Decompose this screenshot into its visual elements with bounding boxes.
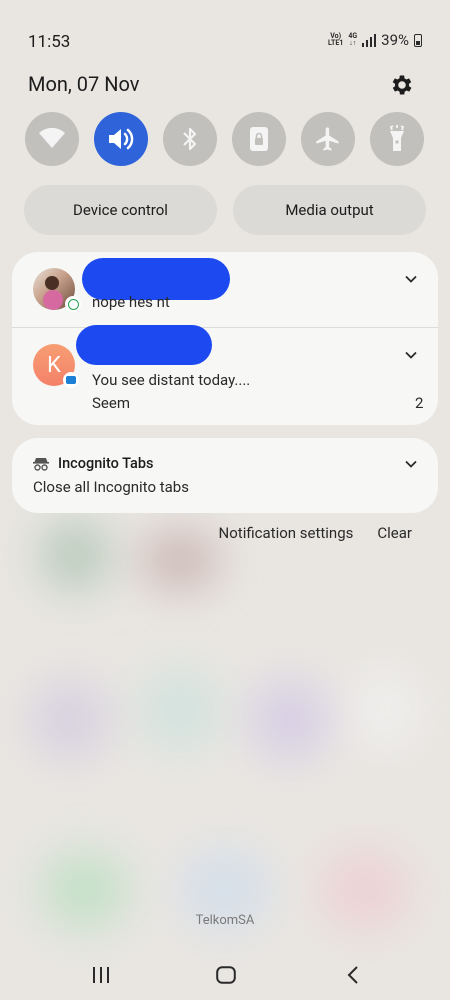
recents-button[interactable]	[86, 960, 116, 990]
incognito-notification-card[interactable]: Incognito Tabs Close all Incognito tabs	[12, 438, 438, 513]
status-bar: 11:53 Vo) LTE1 4G ↓↑ 39%	[0, 0, 450, 80]
recents-icon	[93, 967, 109, 983]
notification-app-title: Incognito Tabs	[58, 455, 154, 472]
back-icon	[347, 966, 358, 984]
bluetooth-toggle[interactable]	[163, 112, 217, 166]
notification-settings-button[interactable]: Notification settings	[219, 524, 354, 542]
flashlight-icon	[389, 125, 405, 151]
notification-message: nope hes nt	[92, 293, 170, 311]
home-button[interactable]	[211, 960, 241, 990]
network-type-indicator: 4G ↓↑	[348, 32, 358, 47]
quick-settings-row	[25, 112, 425, 168]
back-button[interactable]	[338, 960, 368, 990]
volte-indicator: Vo) LTE1	[328, 32, 344, 47]
messages-notification[interactable]: K You see distant today.... Seem 2	[12, 325, 438, 425]
whatsapp-badge-icon	[65, 296, 81, 312]
messages-badge-icon	[63, 372, 79, 388]
home-icon	[216, 966, 236, 984]
airplane-mode-toggle[interactable]	[301, 112, 355, 166]
device-control-button[interactable]: Device control	[24, 185, 217, 235]
expand-chevron-icon[interactable]	[404, 457, 418, 471]
sound-icon	[109, 128, 134, 150]
flashlight-toggle[interactable]	[370, 112, 424, 166]
message-preview: You see distant today....	[92, 371, 251, 389]
media-output-button[interactable]: Media output	[233, 185, 426, 235]
incognito-icon	[33, 458, 49, 471]
expand-chevron-icon[interactable]	[404, 348, 418, 362]
portrait-lock-toggle[interactable]	[232, 112, 286, 166]
carrier-label: TelkomSA	[195, 913, 255, 928]
sound-toggle[interactable]	[94, 112, 148, 166]
expand-chevron-icon[interactable]	[404, 272, 418, 286]
clock: 11:53	[28, 32, 71, 52]
navigation-bar	[0, 950, 450, 1000]
settings-gear-icon[interactable]	[389, 72, 415, 98]
message-count-badge: 2	[415, 394, 424, 412]
status-icons: Vo) LTE1 4G ↓↑ 39%	[328, 31, 422, 49]
battery-icon	[414, 33, 422, 47]
signal-icon	[362, 33, 377, 47]
notification-body: Close all Incognito tabs	[33, 478, 189, 496]
message-preview-2: Seem	[92, 394, 130, 412]
airplane-icon	[316, 127, 339, 151]
chat-notifications-card: nope hes nt K You see distant today.... …	[12, 252, 438, 425]
clear-button[interactable]: Clear	[377, 524, 412, 542]
bluetooth-icon	[183, 127, 197, 151]
whatsapp-notification[interactable]: nope hes nt	[12, 252, 438, 328]
wifi-icon	[39, 128, 65, 148]
portrait-lock-icon	[250, 127, 268, 151]
battery-percent: 39%	[381, 31, 409, 49]
redacted-sender	[76, 325, 212, 365]
wifi-toggle[interactable]	[25, 112, 79, 166]
date-label: Mon, 07 Nov	[28, 72, 140, 96]
notification-actions: Notification settings Clear	[219, 524, 412, 542]
